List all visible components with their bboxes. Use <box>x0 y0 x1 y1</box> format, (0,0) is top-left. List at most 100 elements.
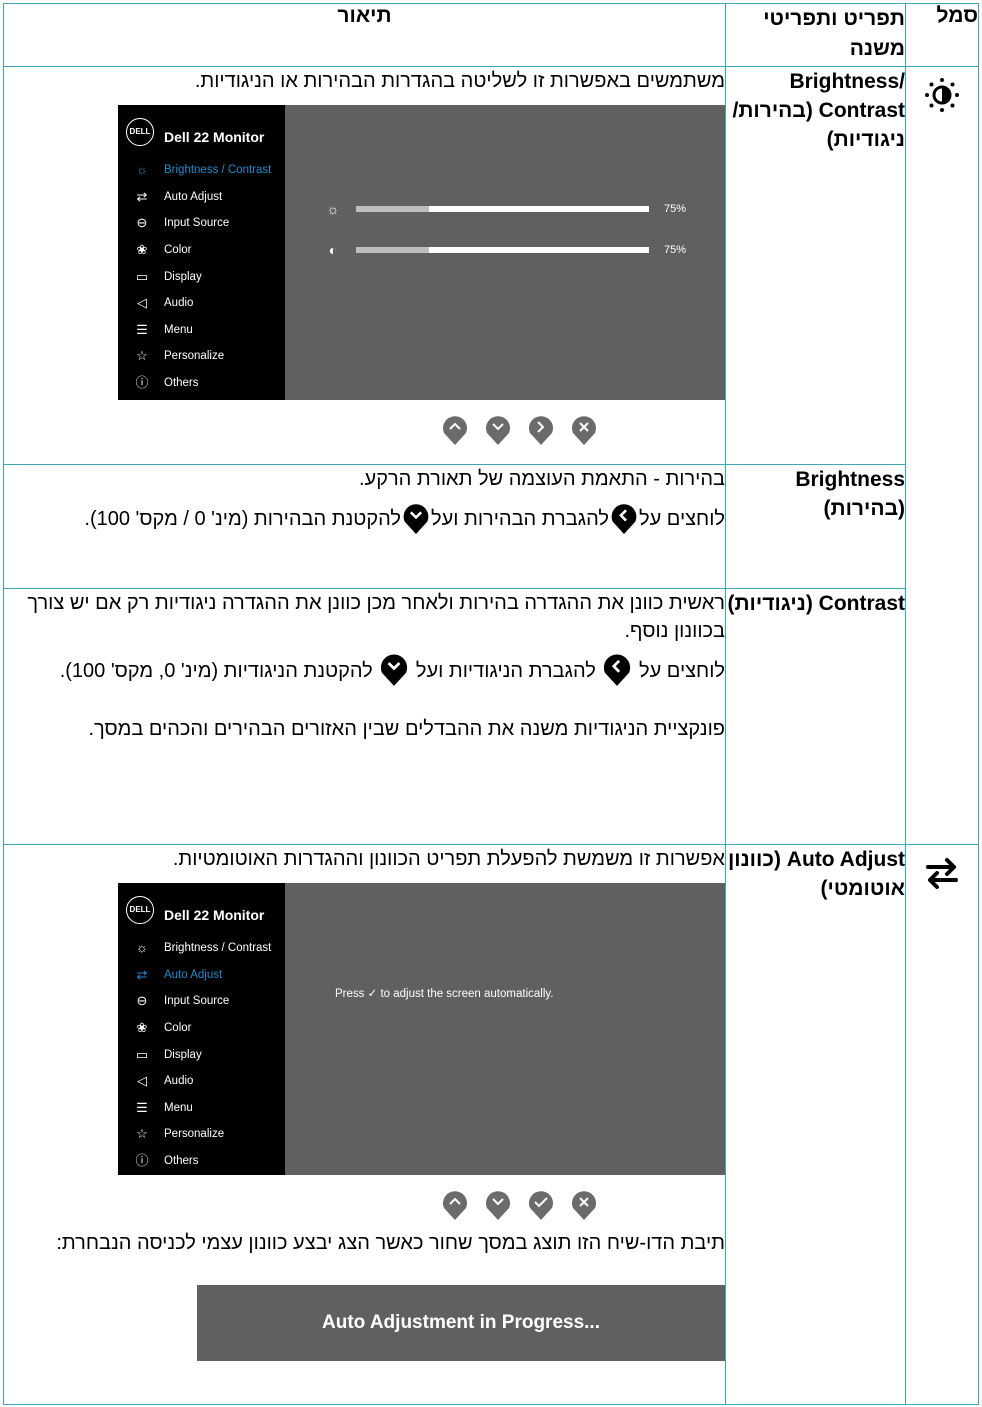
osd-menu-item-color[interactable]: ❀ Color <box>118 1015 285 1042</box>
osd-menu-item-menu[interactable]: ☰ Menu <box>118 1095 285 1122</box>
table-row-auto-adjust: אפשרות זו משמשת להפעלת תפריט הכוונון והה… <box>3 844 979 1405</box>
input-source-icon: ⊖ <box>136 215 148 231</box>
description-cell: אפשרות זו משמשת להפעלת תפריט הכוונון והה… <box>3 844 726 1405</box>
menu-icon: ☰ <box>136 1099 148 1115</box>
up-button-icon[interactable] <box>441 1188 469 1221</box>
table-row-brightness: בהירות - התאמת העוצמה של תאורת הרקע. לוח… <box>3 464 979 589</box>
osd-menu-label: Menu <box>164 1101 193 1114</box>
description-cell: משתמשים באפשרות זו לשליטה בהגדרות הבהירו… <box>3 66 726 465</box>
auto-adjust-icon <box>926 858 958 889</box>
osd-menu-list: ☼ Brightness / Contrast ⇄ Auto Adjust ⊖ Input… <box>118 935 285 1174</box>
brightness-p1: בהירות - התאמת העוצמה של תאורת הרקע. <box>359 468 725 490</box>
text-part: להגברת הבהירות ועל <box>431 508 609 530</box>
osd-screenshot-auto-adjust: DELL Dell 22 Monitor ☼ Brightness / Contr… <box>118 883 725 1175</box>
brightness-icon: ☼ <box>136 940 148 956</box>
up-arrow-button-icon <box>611 504 637 534</box>
description-cell: בהירות - התאמת העוצמה של תאורת הרקע. לוח… <box>3 464 726 589</box>
auto-adjust-instruction: Press ✓ to adjust the screen automatical… <box>335 980 553 1008</box>
auto-adjust-icon: ⇄ <box>136 966 148 982</box>
menu-icon: ☰ <box>136 321 148 337</box>
brightness-bar-fill <box>429 206 649 212</box>
contrast-bar <box>356 247 649 253</box>
osd-menu-item-auto-adjust[interactable]: ⇄ Auto Adjust <box>118 962 285 989</box>
audio-icon: ◁ <box>137 295 147 311</box>
audio-icon: ◁ <box>137 1073 147 1089</box>
osd-menu-label: Color <box>164 1022 192 1035</box>
bc-description: משתמשים באפשרות זו לשליטה בהגדרות הבהירו… <box>194 70 725 92</box>
osd-menu-label: Audio <box>164 1075 194 1088</box>
up-button-icon[interactable] <box>441 413 469 446</box>
text-part: להקטנת הבהירות (מינ' 0 / מקס' 100). <box>84 508 402 530</box>
osd-menu-label: Auto Adjust <box>164 190 223 203</box>
osd-menu-item-display[interactable]: ▭ Display <box>118 1041 285 1068</box>
osd-menu-label: Display <box>164 270 202 283</box>
osd-menu-label: Others <box>164 1155 199 1168</box>
down-button-icon[interactable] <box>484 413 512 446</box>
osd-menu-item-menu[interactable]: ☰ Menu <box>118 317 285 344</box>
osd-menu-item-color[interactable]: ❀ Color <box>118 237 285 264</box>
dell-logo: DELL <box>126 896 154 924</box>
text-part: להגברת הניגודיות ועל <box>415 660 596 682</box>
osd-menu-item-input-source[interactable]: ⊖ Input Source <box>118 988 285 1015</box>
color-icon: ❀ <box>136 242 148 258</box>
close-button-icon[interactable] <box>570 413 598 446</box>
contrast-slider[interactable]: ◐ 75% <box>323 236 686 264</box>
osd-menu-label: Auto Adjust <box>164 968 223 981</box>
dell-logo: DELL <box>126 118 154 146</box>
personalize-icon: ☆ <box>136 1126 148 1142</box>
header-menu-item: תפריט ותפריטי משנה <box>725 3 906 67</box>
check-button-icon[interactable] <box>527 1188 555 1221</box>
item-brightness-contrast: Brightness/ Contrast (בהירות/ ניגודיות) <box>725 66 906 465</box>
brightness-value: 75% <box>664 203 687 215</box>
check-icon: ✓ <box>367 988 378 1000</box>
contrast-bar-fill <box>429 247 649 253</box>
osd-menu-item-display[interactable]: ▭ Display <box>118 263 285 290</box>
header-description: תיאור <box>3 3 726 67</box>
contrast-p1: ראשית כוונן את ההגדרה בהירות ולאחר מכן כ… <box>27 592 725 642</box>
osd-menu-item-brightness-contrast[interactable]: ☼ Brightness / Contrast <box>118 935 285 962</box>
up-arrow-button-icon <box>604 654 631 686</box>
brightness-bar <box>356 206 649 212</box>
symbol-cell-brightness <box>905 66 979 845</box>
item-auto-adjust: Auto Adjust (כוונון אוטומטי) <box>725 844 906 1405</box>
contrast-value: 75% <box>664 244 687 256</box>
down-button-icon[interactable] <box>484 1188 512 1221</box>
osd-menu-label: Input Source <box>164 995 230 1008</box>
symbol-cell-auto-adjust <box>905 844 979 1405</box>
brightness-icon: ☼ <box>136 162 148 178</box>
osd-menu-label: Audio <box>164 297 194 310</box>
osd-sidebar: DELL Dell 22 Monitor ☼ Brightness / Contr… <box>118 883 285 1175</box>
item-brightness: Brightness (בהירות) <box>725 464 906 589</box>
others-icon: ⓘ <box>135 1153 149 1169</box>
document-page: תיאור תפריט ותפריטי משנה סמל משתמשים באפ… <box>0 0 982 1407</box>
osd-menu-item-brightness-contrast[interactable]: ☼ Brightness / Contrast <box>118 157 285 184</box>
close-button-icon[interactable] <box>570 1188 598 1221</box>
osd-menu-item-audio[interactable]: ◁ Audio <box>118 290 285 317</box>
osd-sidebar: DELL Dell 22 Monitor ☼ Brightness / Contr… <box>118 105 285 400</box>
osd-menu-item-personalize[interactable]: ☆ Personalize <box>118 1121 285 1148</box>
contrast-p2: לוחצים על להגברת הניגודיות ועל להקטנת הנ… <box>4 651 725 687</box>
osd-menu-item-audio[interactable]: ◁ Audio <box>118 1068 285 1095</box>
color-icon: ❀ <box>136 1020 148 1036</box>
osd-menu-item-others[interactable]: ⓘ Others <box>118 1148 285 1175</box>
display-icon: ▭ <box>135 268 149 284</box>
osd-menu-label: Brightness / Contrast <box>164 942 272 955</box>
osd-menu-item-input-source[interactable]: ⊖ Input Source <box>118 210 285 237</box>
osd-menu-item-personalize[interactable]: ☆ Personalize <box>118 343 285 370</box>
auto-p2: תיבת הדו-שיח הזו תוצג במסך שחור כאשר הצג… <box>56 1232 725 1254</box>
osd-menu-item-auto-adjust[interactable]: ⇄ Auto Adjust <box>118 184 285 211</box>
table-header-row: תיאור תפריט ותפריטי משנה סמל <box>3 3 979 67</box>
auto-description: אפשרות זו משמשת להפעלת תפריט הכוונון והה… <box>172 848 725 870</box>
brightness-p2: לוחצים על להגברת הבהירות ועל להקטנת הבהירו… <box>4 501 725 535</box>
others-icon: ⓘ <box>135 375 149 391</box>
osd-menu-label: Personalize <box>164 350 225 363</box>
osd-menu-table: תיאור תפריט ותפריטי משנה סמל משתמשים באפ… <box>3 3 979 1405</box>
next-button-icon[interactable] <box>527 413 555 446</box>
osd-menu-label: Others <box>164 377 199 390</box>
osd-menu-item-others[interactable]: ⓘ Others <box>118 370 285 397</box>
display-icon: ▭ <box>135 1046 149 1062</box>
brightness-contrast-icon <box>925 78 959 112</box>
down-arrow-button-icon <box>403 504 429 534</box>
brightness-slider[interactable]: ☼ 75% <box>323 195 686 223</box>
header-symbol: סמל <box>905 3 979 67</box>
